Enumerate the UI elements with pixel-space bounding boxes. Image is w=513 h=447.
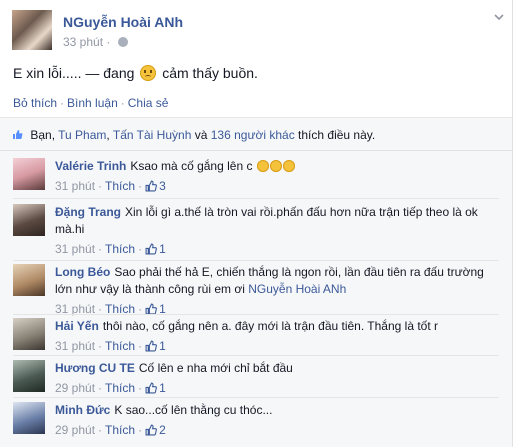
comment-body: Hải Yến thôi nào, cố gắng nên a. đây mới … — [55, 318, 503, 355]
comment-meta: 31 phút · Thích · 3 — [55, 178, 503, 195]
comment-like-count[interactable]: 3 — [159, 179, 166, 193]
commenter-avatar[interactable] — [13, 264, 45, 296]
likes-others-link[interactable]: 136 người khác — [211, 128, 295, 142]
meta-dot: · — [138, 242, 143, 256]
comment-time[interactable]: 31 phút — [55, 242, 95, 256]
comment-like-count[interactable]: 1 — [159, 242, 166, 256]
comment-like-count[interactable]: 1 — [159, 339, 166, 353]
likes-suffix: thích điều này. — [298, 128, 376, 142]
meta-dot: · — [98, 423, 103, 437]
comment-link[interactable]: Bình luận — [67, 96, 118, 110]
comment-text: K sao...cố lên thằng cu thóc... — [114, 403, 273, 417]
meta-dot: · — [138, 423, 143, 437]
divider — [13, 355, 499, 356]
post-header: NGuyễn Hoài ANh 33 phút · — [12, 10, 504, 50]
meta-dot: · — [106, 35, 111, 49]
comments-area: Bạn, Tu Pham, Tấn Tài Huỳnh và 136 người… — [0, 117, 512, 447]
comment-like-link[interactable]: Thích — [105, 179, 135, 193]
commenter-name[interactable]: Hải Yến — [55, 319, 99, 333]
commenter-name[interactable]: Đặng Trang — [55, 205, 121, 219]
liker-link[interactable]: Tu Pham — [58, 128, 106, 142]
meta-dot: · — [138, 179, 143, 193]
post-time[interactable]: 33 phút — [63, 35, 103, 49]
sad-face-icon — [140, 65, 157, 81]
comment-like-link[interactable]: Thích — [105, 423, 135, 437]
thumbs-up-icon — [145, 424, 157, 436]
commenter-avatar[interactable] — [13, 204, 45, 236]
comment-time[interactable]: 31 phút — [55, 179, 95, 193]
comment-meta: 29 phút · Thích · 1 — [55, 380, 503, 397]
divider — [13, 314, 499, 315]
comment-meta: 29 phút · Thích · 2 — [55, 422, 503, 439]
meta-dot: · — [138, 339, 143, 353]
commenter-name[interactable]: Valérie Trinh — [55, 159, 126, 173]
chevron-down-icon[interactable] — [494, 12, 504, 22]
likes-summary: Bạn, Tu Pham, Tấn Tài Huỳnh và 136 người… — [12, 128, 375, 142]
divider — [13, 198, 499, 199]
thumbs-up-icon — [145, 180, 157, 192]
liker-link[interactable]: Tấn Tài Huỳnh — [113, 128, 192, 142]
comment-time[interactable]: 29 phút — [55, 381, 95, 395]
commenter-avatar[interactable] — [13, 360, 45, 392]
comment-body: Long Béo Sao phải thế hả E, chiến thắng l… — [55, 264, 503, 318]
comment-meta: 31 phút · Thích · 1 — [55, 241, 503, 258]
comment-body: Đặng Trang Xin lỗi gì a.thế là tròn vai r… — [55, 204, 503, 258]
comment-body: Hương CU TE Cố lên e nha mới chỉ bắt đầu … — [55, 360, 503, 397]
thumbs-up-icon — [145, 243, 157, 255]
feeling-text: cảm thấy buồn. — [162, 65, 258, 81]
comment-like-count[interactable]: 1 — [159, 381, 166, 395]
comment-like-count[interactable]: 2 — [159, 423, 166, 437]
action-dot: · — [60, 96, 65, 110]
share-link[interactable]: Chia sẻ — [128, 96, 169, 110]
author-avatar[interactable] — [12, 10, 52, 50]
emoji-icon — [282, 160, 295, 172]
commenter-name[interactable]: Minh Đức — [55, 403, 110, 417]
post-status: E xin lỗi..... — đang cảm thấy buồn. — [13, 65, 258, 81]
action-dot: · — [120, 96, 125, 110]
divider — [13, 397, 499, 398]
comment-body: Minh Đức K sao...cố lên thằng cu thóc... … — [55, 402, 503, 439]
comment-meta: 31 phút · Thích · 1 — [55, 338, 503, 355]
comment-text: thôi nào, cố gắng nên a. đây mới là trận… — [102, 319, 439, 333]
meta-dot: · — [98, 381, 103, 395]
meta-dot: · — [98, 339, 103, 353]
status-text: E xin lỗi..... — đang — [13, 65, 135, 81]
comment-text: Ksao mà cố gắng lên c — [130, 159, 253, 173]
commenter-avatar[interactable] — [13, 402, 45, 434]
commenter-avatar[interactable] — [13, 158, 45, 190]
comment-like-link[interactable]: Thích — [105, 381, 135, 395]
comment-text: Cố lên e nha mới chỉ bắt đầu — [138, 361, 293, 375]
likes-you: Bạn, — [30, 128, 56, 142]
post-actions: Bỏ thích · Bình luận · Chia sẻ — [13, 96, 168, 110]
divider — [13, 260, 499, 261]
meta-dot: · — [98, 179, 103, 193]
post-meta: 33 phút · — [63, 35, 128, 49]
thumbs-up-icon — [145, 340, 157, 352]
comment-time[interactable]: 29 phút — [55, 423, 95, 437]
commenter-avatar[interactable] — [13, 318, 45, 350]
meta-dot: · — [98, 242, 103, 256]
unlike-link[interactable]: Bỏ thích — [13, 96, 57, 110]
commenter-name[interactable]: Hương CU TE — [55, 361, 135, 375]
facebook-post: NGuyễn Hoài ANh 33 phút · E xin lỗi.....… — [0, 0, 513, 447]
comment-body: Valérie Trinh Ksao mà cố gắng lên c 31 ph… — [55, 158, 503, 195]
emoji-icon — [256, 160, 269, 172]
comment-like-link[interactable]: Thích — [105, 242, 135, 256]
commenter-name[interactable]: Long Béo — [55, 265, 110, 279]
meta-dot: · — [138, 381, 143, 395]
thumbs-up-icon — [12, 129, 23, 140]
likes-comma: , — [106, 128, 110, 142]
author-name[interactable]: NGuyễn Hoài ANh — [63, 14, 183, 30]
globe-icon — [117, 37, 128, 47]
divider — [0, 150, 512, 151]
thumbs-up-icon — [145, 382, 157, 394]
comment-meta: 31 phút · Thích · 1 — [55, 301, 503, 318]
emoji-icon — [269, 160, 282, 172]
comment-like-link[interactable]: Thích — [105, 339, 135, 353]
likes-and: và — [194, 128, 208, 142]
comment-time[interactable]: 31 phút — [55, 339, 95, 353]
tagged-user-link[interactable]: NGuyễn Hoài ANh — [248, 282, 346, 296]
